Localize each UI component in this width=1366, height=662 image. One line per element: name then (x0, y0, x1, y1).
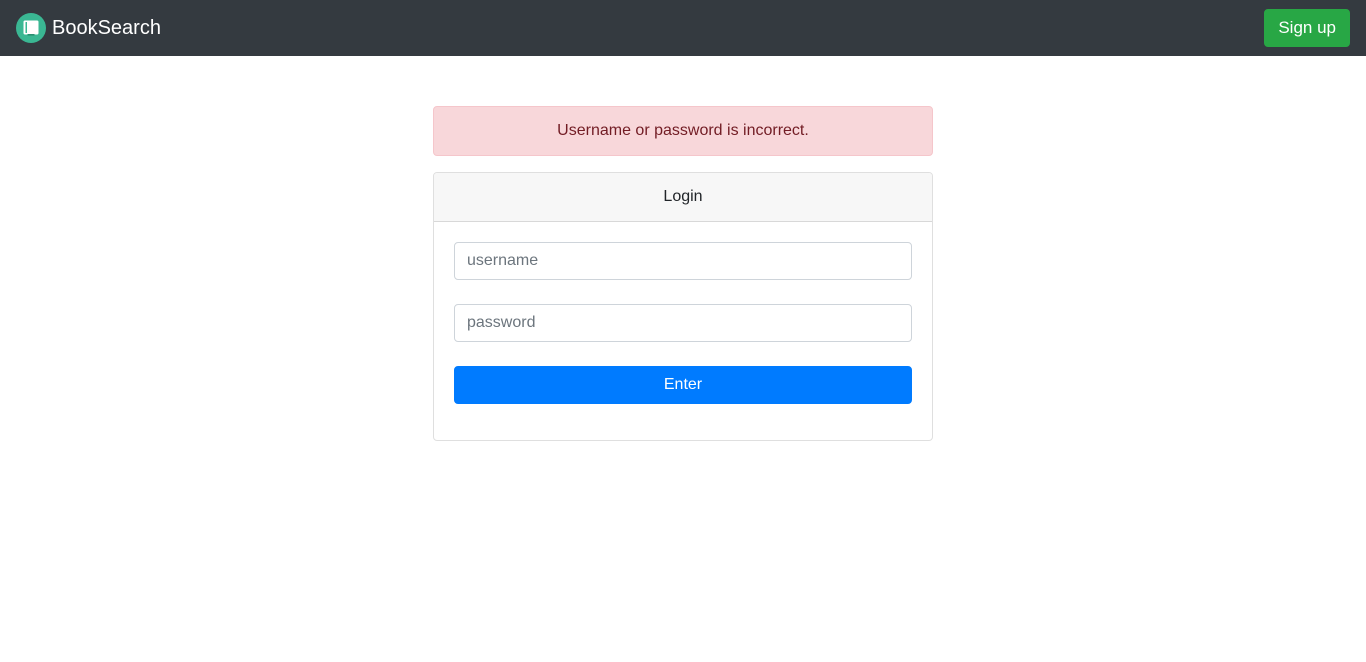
error-message: Username or password is incorrect. (557, 122, 809, 139)
brand-link[interactable]: BookSearch (16, 13, 161, 43)
brand-name: BookSearch (52, 16, 161, 39)
enter-button[interactable]: Enter (454, 366, 912, 404)
login-title: Login (663, 188, 703, 205)
username-input[interactable] (454, 242, 912, 280)
login-card-header: Login (434, 173, 932, 222)
book-icon (16, 13, 46, 43)
main-content: Username or password is incorrect. Login… (433, 106, 933, 441)
login-card: Login Enter (433, 172, 933, 441)
login-form: Enter (434, 222, 932, 440)
password-input[interactable] (454, 304, 912, 342)
signup-button[interactable]: Sign up (1264, 9, 1350, 47)
error-alert: Username or password is incorrect. (433, 106, 933, 156)
top-navbar: BookSearch Sign up (0, 0, 1366, 56)
